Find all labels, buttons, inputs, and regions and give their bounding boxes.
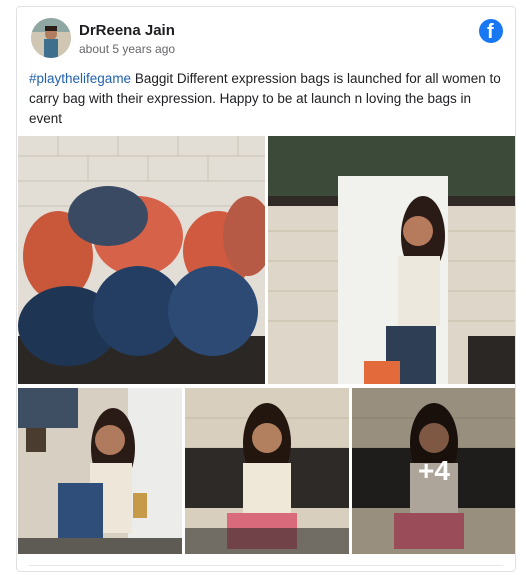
more-photos-overlay[interactable]: +4 xyxy=(352,388,515,554)
facebook-icon[interactable]: f xyxy=(479,19,503,43)
post-card: DrReena Jain about 5 years ago f #playth… xyxy=(16,6,516,572)
photo-bags[interactable] xyxy=(18,136,265,384)
photo-more[interactable]: +4 xyxy=(352,388,515,554)
photo-woman-standing[interactable] xyxy=(268,136,515,384)
post-timestamp[interactable]: about 5 years ago xyxy=(79,42,175,56)
avatar[interactable] xyxy=(31,18,71,58)
divider xyxy=(29,565,503,566)
hashtag-link[interactable]: #playthelifegame xyxy=(29,71,131,86)
photo-woman-blue-bag[interactable] xyxy=(18,388,182,554)
photo-woman-seated[interactable] xyxy=(185,388,349,554)
post-text: #playthelifegame Baggit Different expres… xyxy=(29,69,507,129)
author-name[interactable]: DrReena Jain xyxy=(79,22,175,39)
